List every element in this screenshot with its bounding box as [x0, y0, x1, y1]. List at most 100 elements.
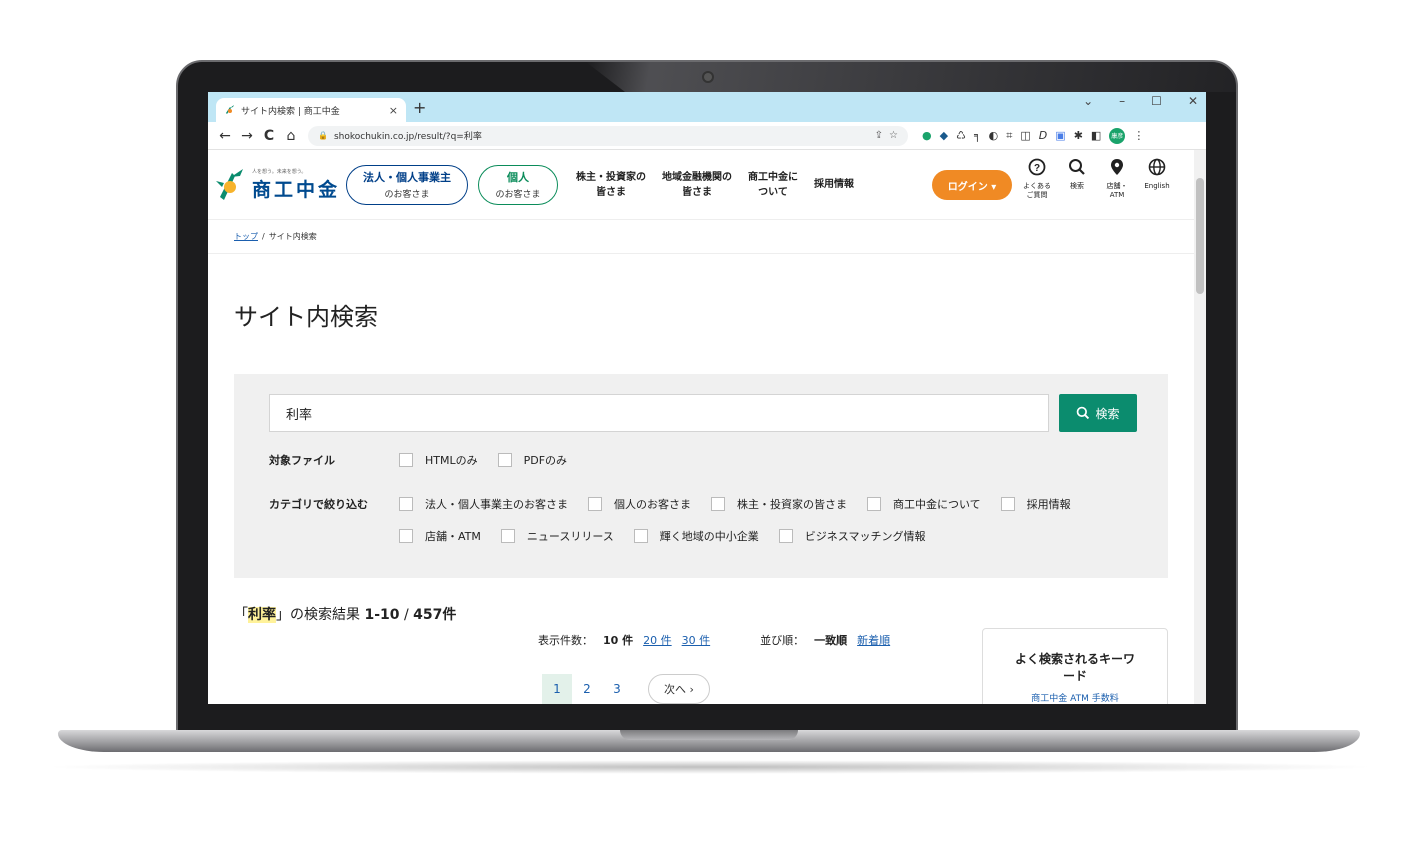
url-text: shokochukin.co.jp/result/?q=利率 [333, 132, 482, 142]
header-utility-icons: ? よくある ご質問 検索 店舗・ ATM English [1020, 158, 1174, 200]
nav-recruit[interactable]: 採用情報 [814, 177, 854, 192]
per-page-20-link[interactable]: 20 件 [643, 632, 672, 648]
checkbox-box[interactable] [588, 497, 602, 511]
branch-atm-link[interactable]: 店舗・ ATM [1100, 158, 1134, 200]
category-checkbox-branch-atm[interactable]: 店舗・ATM [399, 528, 481, 544]
nav-investors[interactable]: 株主・投資家の 皆さま [576, 170, 646, 200]
login-button[interactable]: ログイン ▾ [932, 170, 1012, 200]
category-checkbox-individual[interactable]: 個人のお客さま [588, 496, 691, 512]
site-logo[interactable]: 人を想う。未来を想う。 商工中金 [216, 167, 346, 203]
category-checkbox-news[interactable]: ニュースリリース [500, 528, 614, 544]
checkbox-box[interactable] [399, 453, 413, 467]
checkbox-box[interactable] [711, 497, 725, 511]
browser-tabbar: サイト内検索 | 商工中金 × + ⌄ – ☐ ✕ [208, 92, 1206, 122]
sort-newest-link[interactable]: 新着順 [857, 632, 890, 648]
checkbox-label: 店舗・ATM [425, 530, 481, 543]
minimize-icon[interactable]: – [1119, 94, 1125, 108]
nav-link-line: ついて [758, 186, 788, 198]
category-checkbox-business-matching[interactable]: ビジネスマッチング情報 [778, 528, 925, 544]
page-3-button[interactable]: 3 [602, 674, 632, 704]
checkbox-box[interactable] [1000, 497, 1015, 511]
checkbox-box[interactable] [633, 529, 648, 543]
nav-individual-customers[interactable]: 個人 のお客さま [478, 164, 558, 205]
profile-avatar[interactable]: 康彦 [1109, 127, 1126, 144]
extension-icon[interactable]: D [1039, 129, 1047, 142]
per-page-label: 表示件数： [538, 634, 593, 647]
extension-icon[interactable]: ◐ [989, 129, 999, 142]
result-label: 」の検索結果 [276, 607, 360, 623]
category-checkbox-corporate[interactable]: 法人・個人事業主のお客さま [399, 496, 568, 512]
category-checkbox-about[interactable]: 商工中金について [867, 496, 981, 512]
laptop-shadow [40, 760, 1380, 774]
reload-icon[interactable]: C [258, 128, 280, 144]
icon-label: ご質問 [1026, 191, 1048, 199]
nav-regional-banks[interactable]: 地域金融機関の 皆さま [662, 170, 732, 200]
nav-corporate-customers[interactable]: 法人・個人事業主 のお客さま [346, 164, 468, 205]
search-link[interactable]: 検索 [1060, 158, 1094, 200]
checkbox-box[interactable] [867, 497, 881, 511]
address-bar[interactable]: 🔒 shokochukin.co.jp/result/?q=利率 ⇪ ☆ [308, 125, 908, 146]
logo-tagline: 人を想う。未来を想う。 [252, 168, 307, 175]
page-1-button[interactable]: 1 [542, 674, 572, 704]
screenshot-extension-icon[interactable]: ⌗ [1006, 129, 1012, 143]
forward-icon[interactable]: → [236, 128, 258, 144]
nav-pill-title: 法人・個人事業主 [363, 171, 451, 184]
camera-extension-icon[interactable]: ◫ [1020, 129, 1030, 142]
breadcrumb-home-link[interactable]: トップ [234, 231, 258, 242]
checkbox-box[interactable] [497, 453, 512, 467]
tab-title: サイト内検索 | 商工中金 [241, 106, 340, 117]
checkbox-box[interactable] [500, 529, 515, 543]
nav-about[interactable]: 商工中金に ついて [748, 170, 798, 200]
share-icon[interactable]: ⇪ [875, 130, 883, 141]
bookmark-star-icon[interactable]: ☆ [889, 130, 898, 141]
tab-search-icon[interactable]: ⌄ [1083, 94, 1093, 108]
file-filter-label: 対象ファイル [269, 454, 335, 467]
translate-extension-icon[interactable]: ▣ [1055, 129, 1065, 142]
english-link[interactable]: English [1140, 158, 1174, 200]
new-tab-button[interactable]: + [413, 98, 426, 117]
extensions-bar: ● ◆ ♺ ╕ ◐ ⌗ ◫ D ▣ ✱ ◧ 康彦 ⋮ [922, 127, 1144, 144]
per-page-30-link[interactable]: 30 件 [682, 632, 711, 648]
search-input[interactable]: 利率 [269, 394, 1049, 432]
checkbox-box[interactable] [399, 497, 413, 511]
next-page-button[interactable]: 次へ › [648, 674, 710, 704]
checkbox-label: 法人・個人事業主のお客さま [425, 498, 568, 511]
extension-icon[interactable]: ◆ [940, 129, 948, 142]
window-controls: ⌄ – ☐ ✕ [1083, 94, 1198, 108]
logo-mark-icon [216, 168, 243, 200]
tab-close-icon[interactable]: × [389, 104, 398, 117]
checkbox-box[interactable] [399, 529, 413, 543]
logo-name: 商工中金 [252, 178, 341, 201]
close-window-icon[interactable]: ✕ [1188, 94, 1198, 108]
home-icon[interactable]: ⌂ [280, 128, 302, 144]
scrollbar-thumb[interactable] [1196, 178, 1204, 294]
maximize-icon[interactable]: ☐ [1151, 94, 1162, 108]
site-header: 人を想う。未来を想う。 商工中金 法人・個人事業主 のお客さま 個人 のお客さま… [208, 150, 1206, 220]
extensions-puzzle-icon[interactable]: ✱ [1074, 129, 1083, 142]
popular-keyword-link[interactable]: 商工中金 ATM 手数料 [983, 691, 1167, 704]
icon-label: 店舗・ [1106, 182, 1128, 190]
page-title: サイト内検索 [234, 303, 378, 331]
checkbox-box[interactable] [778, 529, 793, 543]
evernote-extension-icon[interactable]: ● [922, 129, 932, 142]
recycle-extension-icon[interactable]: ♺ [956, 129, 966, 142]
filter-pdf-checkbox[interactable]: PDFのみ [497, 452, 567, 468]
page-scrollbar[interactable] [1194, 150, 1206, 704]
search-button[interactable]: 検索 [1059, 394, 1137, 432]
side-panel-icon[interactable]: ◧ [1091, 129, 1101, 142]
icon-label: ATM [1109, 191, 1125, 199]
category-checkbox-regional-sme[interactable]: 輝く地域の中小企業 [633, 528, 759, 544]
category-checkbox-investors[interactable]: 株主・投資家の皆さま [711, 496, 847, 512]
page-2-button[interactable]: 2 [572, 674, 602, 704]
back-icon[interactable]: ← [214, 128, 236, 144]
nav-link-line: 商工中金に [748, 171, 798, 183]
result-open-quote: 「 [234, 607, 248, 623]
browser-tab[interactable]: サイト内検索 | 商工中金 × [216, 98, 406, 122]
filter-html-checkbox[interactable]: HTMLのみ [399, 452, 478, 468]
per-page-current: 10 件 [603, 634, 634, 647]
extension-icon[interactable]: ╕ [974, 129, 981, 142]
browser-menu-icon[interactable]: ⋮ [1133, 129, 1144, 142]
faq-link[interactable]: ? よくある ご質問 [1020, 158, 1054, 200]
category-checkbox-recruit[interactable]: 採用情報 [1000, 496, 1071, 512]
